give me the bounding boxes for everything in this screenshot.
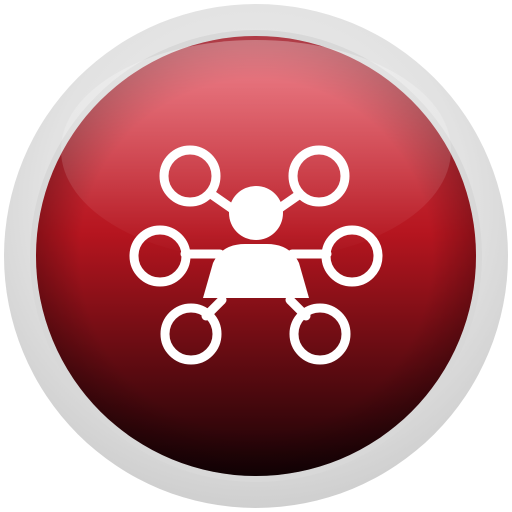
person-head <box>229 186 283 240</box>
app-icon <box>0 0 512 512</box>
network-user-icon <box>4 4 508 508</box>
